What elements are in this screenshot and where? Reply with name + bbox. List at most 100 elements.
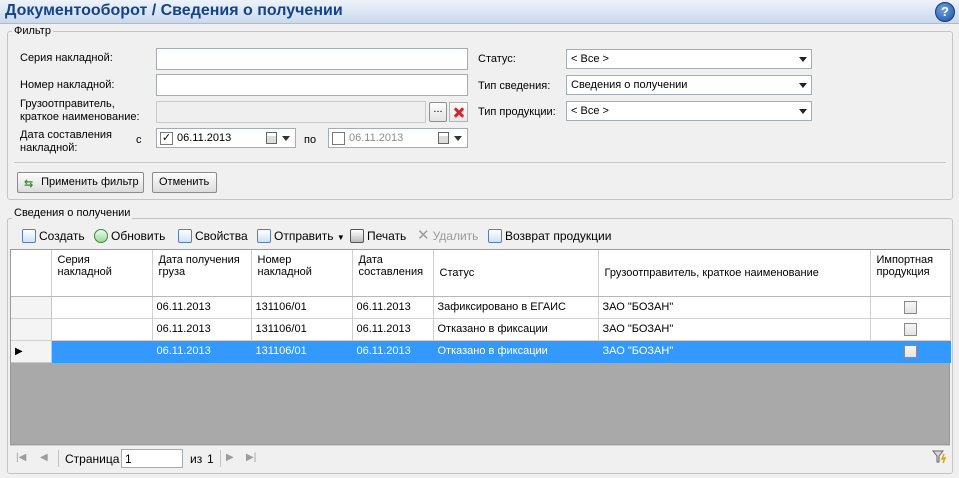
- table-row-selected[interactable]: ▶ 06.11.2013 131106/01 06.11.2013 Отказа…: [11, 340, 951, 363]
- info-type-select[interactable]: Сведения о получении: [566, 75, 812, 95]
- series-label: Серия накладной:: [20, 52, 113, 64]
- calendar-icon[interactable]: [266, 132, 277, 144]
- create-label: Создать: [39, 229, 85, 243]
- date-to-checkbox[interactable]: [332, 132, 345, 145]
- first-page-icon[interactable]: |◀: [16, 453, 26, 463]
- cell-shipper[interactable]: ЗАО "БОЗАН": [598, 340, 871, 363]
- grid-table: Серия накладной Дата получения груза Ном…: [11, 250, 951, 363]
- cell-imported[interactable]: [870, 340, 951, 363]
- send-label: Отправить: [274, 229, 334, 243]
- printer-icon: [350, 229, 364, 243]
- cell-shipper[interactable]: ЗАО "БОЗАН": [598, 318, 871, 341]
- series-input[interactable]: [156, 48, 468, 70]
- chevron-down-icon: [799, 57, 807, 62]
- return-products-label: Возврат продукции: [505, 229, 612, 243]
- page-label: Страница: [65, 452, 120, 466]
- chevron-down-icon[interactable]: [282, 136, 290, 141]
- cell-number[interactable]: 131106/01: [251, 318, 353, 341]
- send-button[interactable]: Отправить ▼: [257, 225, 345, 247]
- prev-page-icon[interactable]: ◀: [40, 453, 48, 463]
- imported-checkbox[interactable]: [903, 300, 917, 314]
- cell-number[interactable]: 131106/01: [251, 296, 353, 319]
- return-products-button[interactable]: Возврат продукции: [488, 225, 611, 247]
- chevron-down-icon[interactable]: [454, 136, 462, 141]
- status-select[interactable]: < Все >: [566, 49, 812, 69]
- table-row[interactable]: 06.11.2013 131106/01 06.11.2013 Зафиксир…: [11, 296, 951, 319]
- shipper-label-line2: краткое наименование:: [20, 111, 140, 123]
- cell-created[interactable]: 06.11.2013: [352, 296, 434, 319]
- table-row[interactable]: 06.11.2013 131106/01 06.11.2013 Отказано…: [11, 318, 951, 341]
- number-label: Номер накладной:: [20, 79, 115, 91]
- cell-received[interactable]: 06.11.2013: [152, 340, 252, 363]
- apply-filter-button[interactable]: ⇆ Применить фильтр: [17, 172, 144, 193]
- cell-created[interactable]: 06.11.2013: [352, 318, 434, 341]
- browse-shipper-button[interactable]: ...: [429, 102, 447, 122]
- column-header-status[interactable]: Статус: [433, 250, 599, 297]
- page-number-input[interactable]: 1: [121, 449, 183, 468]
- next-page-icon[interactable]: ▶: [226, 453, 234, 463]
- date-label-line1: Дата составления: [20, 129, 112, 141]
- help-icon[interactable]: ?: [935, 2, 955, 22]
- column-header-shipper[interactable]: Грузоотправитель, краткое наименование: [598, 250, 871, 297]
- number-input[interactable]: [156, 74, 468, 96]
- cell-received[interactable]: 06.11.2013: [152, 296, 252, 319]
- cell-imported[interactable]: [870, 318, 951, 341]
- date-to-picker[interactable]: 06.11.2013: [328, 128, 468, 148]
- row-indicator[interactable]: [11, 318, 52, 341]
- last-page-icon[interactable]: ▶|: [246, 453, 256, 463]
- cell-series[interactable]: [51, 318, 153, 341]
- date-from-picker[interactable]: ✓ 06.11.2013: [156, 128, 296, 148]
- print-button[interactable]: Печать: [350, 225, 406, 247]
- cell-number[interactable]: 131106/01: [251, 340, 353, 363]
- cell-series[interactable]: [51, 340, 153, 363]
- delete-x-icon: ✕: [417, 227, 430, 244]
- grid-header-row: Серия накладной Дата получения груза Ном…: [11, 250, 951, 297]
- properties-icon: [178, 229, 192, 243]
- date-from-value: 06.11.2013: [177, 132, 232, 144]
- product-type-select[interactable]: < Все >: [566, 101, 812, 121]
- column-header-received[interactable]: Дата получения груза: [152, 250, 252, 297]
- status-select-value: < Все >: [571, 53, 609, 65]
- row-indicator[interactable]: ▶: [11, 340, 52, 363]
- column-header-number[interactable]: Номер накладной: [251, 250, 353, 297]
- calendar-icon[interactable]: [438, 132, 449, 144]
- title-bar: Документооборот / Сведения о получении ?: [0, 0, 959, 24]
- data-grid: Серия накладной Дата получения груза Ном…: [10, 249, 951, 445]
- cancel-filter-button[interactable]: Отменить: [152, 172, 217, 193]
- properties-label: Свойства: [195, 229, 248, 243]
- cell-imported[interactable]: [870, 296, 951, 319]
- imported-checkbox[interactable]: [903, 322, 917, 336]
- date-to-label: по: [304, 134, 317, 146]
- cell-status[interactable]: Отказано в фиксации: [433, 340, 599, 363]
- delete-button[interactable]: ✕ Удалить: [417, 225, 478, 247]
- row-indicator[interactable]: [11, 296, 52, 319]
- send-dropdown-icon[interactable]: ▼: [337, 233, 345, 242]
- date-from-checkbox[interactable]: ✓: [160, 132, 173, 145]
- refresh-label: Обновить: [111, 229, 166, 243]
- chevron-down-icon: [799, 83, 807, 88]
- date-to-value: 06.11.2013: [349, 132, 404, 144]
- pager-divider: [220, 450, 221, 467]
- cell-status[interactable]: Отказано в фиксации: [433, 318, 599, 341]
- clear-shipper-icon[interactable]: [449, 102, 468, 122]
- filter-icon[interactable]: [932, 450, 948, 464]
- shipper-label-line1: Грузоотправитель,: [20, 98, 115, 110]
- column-header-imported[interactable]: Импортная продукция: [870, 250, 951, 297]
- product-type-select-value: < Все >: [571, 105, 609, 117]
- cell-received[interactable]: 06.11.2013: [152, 318, 252, 341]
- create-button[interactable]: Создать: [22, 225, 85, 247]
- properties-button[interactable]: Свойства: [178, 225, 248, 247]
- column-header-created[interactable]: Дата составления: [352, 250, 434, 297]
- cell-series[interactable]: [51, 296, 153, 319]
- refresh-button[interactable]: Обновить: [94, 225, 165, 247]
- column-header-series[interactable]: Серия накладной: [51, 250, 153, 297]
- shipper-input: [156, 101, 426, 123]
- cell-status[interactable]: Зафиксировано в ЕГАИС: [433, 296, 599, 319]
- info-type-select-value: Сведения о получении: [571, 79, 688, 91]
- cell-shipper[interactable]: ЗАО "БОЗАН": [598, 296, 871, 319]
- cell-created[interactable]: 06.11.2013: [352, 340, 434, 363]
- chevron-down-icon: [799, 109, 807, 114]
- imported-checkbox[interactable]: [903, 344, 917, 358]
- pager: |◀ ◀ Страница 1 из 1 ▶ ▶|: [10, 445, 950, 470]
- list-legend: Сведения о получении: [12, 207, 133, 219]
